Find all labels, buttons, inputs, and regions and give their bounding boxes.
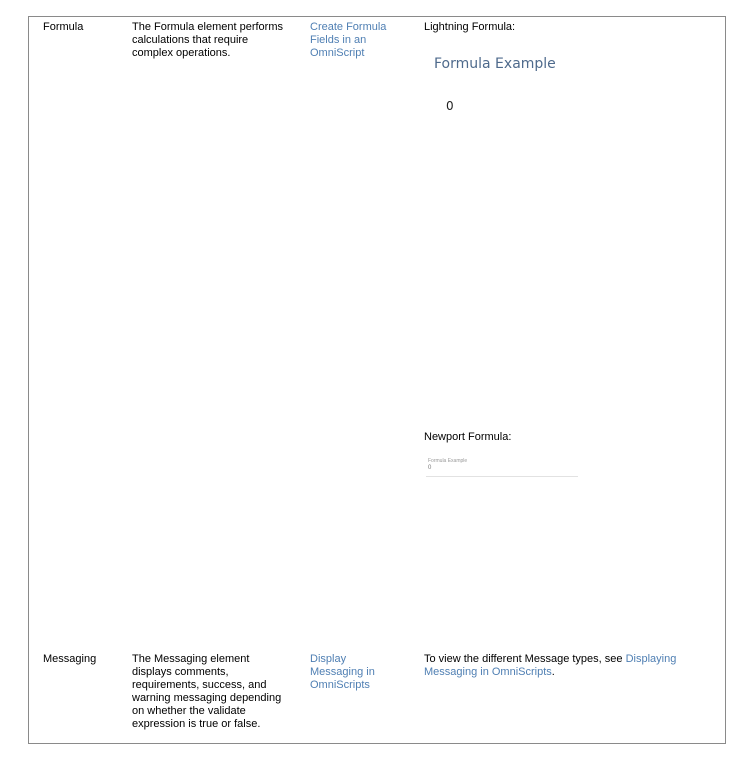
lightning-formula-example-title: Formula Example [434, 56, 556, 72]
messaging-example-period: . [551, 666, 555, 678]
lightning-formula-label: Lightning Formula: [424, 21, 516, 33]
table-row-messaging: Messaging The Messaging element displays… [29, 649, 725, 745]
table-row-formula: Formula The Formula element performs cal… [29, 17, 725, 649]
description-cell: The Formula element performs calculation… [132, 21, 283, 59]
element-name-cell: Formula [43, 21, 84, 33]
display-messaging-link[interactable]: Display Messaging in OmniScripts [310, 653, 402, 692]
elements-table: Formula The Formula element performs cal… [28, 16, 726, 744]
newport-formula-example: Formula Example 0 [426, 457, 578, 477]
lightning-formula-example-value: 0 [446, 99, 454, 113]
element-name-cell: Messaging [43, 653, 97, 665]
newport-formula-example-value: 0 [428, 465, 432, 471]
messaging-example-text: To view the different Message types, see [424, 653, 623, 665]
newport-formula-example-title: Formula Example [428, 458, 468, 464]
messaging-example-cell: To view the different Message types, see… [424, 653, 714, 679]
create-formula-link[interactable]: Create Formula Fields in an OmniScript [310, 21, 402, 60]
description-cell: The Messaging element displays comments,… [132, 653, 282, 730]
newport-formula-label: Newport Formula: [424, 431, 512, 443]
